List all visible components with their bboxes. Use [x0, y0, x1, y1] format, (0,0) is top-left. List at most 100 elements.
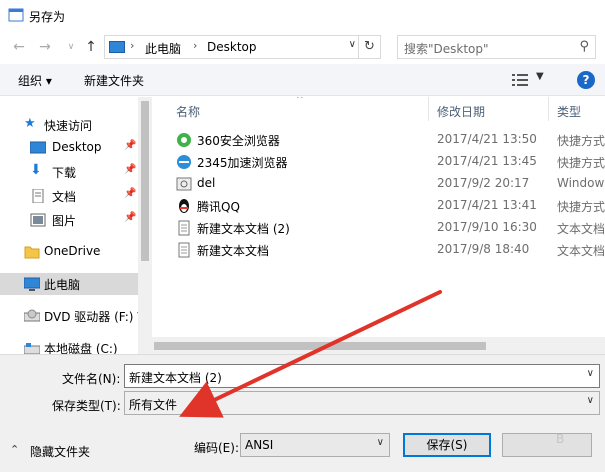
- file-name: 新建文本文档 (2): [197, 222, 290, 236]
- nav-scrollbar[interactable]: [138, 97, 152, 354]
- filetype-value: 所有文件: [129, 398, 178, 412]
- nav-item-pictures[interactable]: 图片 📌: [0, 209, 138, 231]
- nav-item-desktop[interactable]: Desktop 📌: [0, 137, 138, 159]
- search-placeholder: 搜索"Desktop": [404, 42, 489, 56]
- column-divider[interactable]: [548, 97, 549, 121]
- file-name: 新建文本文档: [197, 244, 270, 258]
- file-date: 2017/9/2 20:17: [437, 176, 530, 190]
- notepad-icon: [8, 8, 24, 22]
- file-row[interactable]: 新建文本文档 (2) 2017/9/10 16:30 文本文档: [172, 217, 605, 239]
- save-button[interactable]: 保存(S): [403, 433, 491, 457]
- file-type: Window: [557, 176, 605, 190]
- nav-item-label: 下载: [52, 166, 77, 180]
- file-type: 快捷方式: [557, 156, 605, 170]
- column-header: ^ 名称 修改日期 类型: [152, 97, 605, 121]
- cancel-button[interactable]: [502, 433, 592, 457]
- toolbar: 组织 ▾ 新建文件夹 ▼ ?: [0, 64, 605, 96]
- file-date: 2017/4/21 13:41: [437, 198, 537, 212]
- script-file-icon: [176, 177, 192, 191]
- nav-item-label: OneDrive: [44, 244, 101, 258]
- file-type: 快捷方式: [557, 200, 605, 214]
- nav-item-label: 文档: [52, 190, 77, 204]
- nav-item-local-disk[interactable]: 本地磁盘 (C:): [0, 337, 138, 354]
- breadcrumb-desktop[interactable]: Desktop: [207, 40, 257, 54]
- nav-item-downloads[interactable]: ⬇ 下载 📌: [0, 161, 138, 183]
- file-row[interactable]: 新建文本文档 2017/9/8 18:40 文本文档: [172, 239, 605, 261]
- file-date: 2017/4/21 13:45: [437, 154, 537, 168]
- file-type: 快捷方式: [557, 134, 605, 148]
- nav-item-label: 本地磁盘 (C:): [44, 342, 118, 354]
- breadcrumb-separator-icon[interactable]: ›: [193, 39, 197, 52]
- encoding-select[interactable]: ANSI ∨: [240, 433, 390, 457]
- file-name: 腾讯QQ: [197, 200, 240, 214]
- computer-icon: [109, 41, 125, 53]
- address-dropdown-icon[interactable]: ∨: [349, 39, 356, 50]
- filename-label: 文件名(N):: [62, 372, 121, 386]
- chevron-down-icon[interactable]: ∨: [587, 368, 594, 379]
- up-arrow-icon[interactable]: ↑: [82, 38, 100, 56]
- column-modified[interactable]: 修改日期: [437, 103, 485, 120]
- file-date: 2017/9/10 16:30: [437, 220, 537, 234]
- filename-value: 新建文本文档 (2): [129, 371, 222, 385]
- organize-button[interactable]: 组织 ▾: [18, 72, 52, 89]
- breadcrumb-separator-icon[interactable]: ›: [130, 39, 134, 52]
- nav-item-this-pc[interactable]: 此电脑: [0, 273, 138, 295]
- nav-scrollbar-thumb[interactable]: [141, 101, 149, 261]
- search-input[interactable]: 搜索"Desktop" ⚲: [397, 35, 596, 59]
- filetype-select[interactable]: 所有文件 ∨: [124, 391, 600, 415]
- picture-icon: [30, 213, 46, 227]
- pin-icon[interactable]: 📌: [124, 140, 136, 151]
- nav-item-label: 快速访问: [44, 119, 93, 133]
- column-type[interactable]: 类型: [557, 103, 581, 120]
- encoding-label: 编码(E):: [194, 441, 239, 455]
- nav-item-documents[interactable]: 文档 📌: [0, 185, 138, 207]
- chevron-down-icon[interactable]: ∨: [587, 395, 594, 406]
- folder-icon: [24, 246, 40, 259]
- view-dropdown-icon[interactable]: ▼: [536, 71, 544, 82]
- address-bar[interactable]: › 此电脑 › Desktop ∨ ↻: [104, 35, 381, 59]
- file-type: 文本文档: [557, 222, 605, 236]
- filetype-label: 保存类型(T):: [52, 399, 121, 413]
- file-name: del: [197, 176, 216, 190]
- file-row[interactable]: 腾讯QQ 2017/4/21 13:41 快捷方式: [172, 195, 605, 217]
- search-icon[interactable]: ⚲: [579, 39, 589, 54]
- back-arrow-icon[interactable]: ←: [10, 38, 28, 56]
- file-row[interactable]: 2345加速浏览器 2017/4/21 13:45 快捷方式: [172, 151, 605, 173]
- download-arrow-icon: ⬇: [30, 162, 42, 178]
- filename-input[interactable]: 新建文本文档 (2) ∨: [124, 364, 600, 388]
- refresh-icon[interactable]: ↻: [358, 36, 380, 58]
- help-icon[interactable]: ?: [577, 71, 595, 89]
- new-folder-button[interactable]: 新建文件夹: [84, 72, 144, 89]
- nav-item-label: DVD 驱动器 (F:) V: [44, 310, 146, 324]
- document-icon: [32, 189, 44, 203]
- 360-browser-icon: [177, 133, 191, 147]
- title-bar: 另存为: [0, 0, 605, 30]
- pin-icon[interactable]: 📌: [124, 212, 136, 223]
- recent-locations-chevron-icon[interactable]: ∨: [62, 38, 80, 56]
- qq-penguin-icon: [179, 199, 189, 213]
- horizontal-scrollbar-thumb[interactable]: [154, 342, 486, 350]
- nav-item-label: 图片: [52, 214, 77, 228]
- column-divider[interactable]: [428, 97, 429, 121]
- chevron-up-icon: ⌃: [10, 443, 20, 456]
- file-date: 2017/4/21 13:50: [437, 132, 537, 146]
- star-icon: ★: [24, 116, 36, 131]
- nav-item-quick-access[interactable]: ★ 快速访问: [0, 114, 138, 136]
- pin-icon[interactable]: 📌: [124, 164, 136, 175]
- 2345-browser-icon: [177, 155, 191, 169]
- file-list: ^ 名称 修改日期 类型 360安全浏览器 2017/4/21 13:50 快捷…: [152, 97, 605, 354]
- file-row[interactable]: 360安全浏览器 2017/4/21 13:50 快捷方式: [172, 129, 605, 151]
- nav-item-onedrive[interactable]: OneDrive: [0, 241, 138, 263]
- file-date: 2017/9/8 18:40: [437, 242, 530, 256]
- forward-arrow-icon[interactable]: →: [36, 38, 54, 56]
- file-name: 2345加速浏览器: [197, 156, 288, 170]
- breadcrumb-this-pc[interactable]: 此电脑: [145, 40, 181, 57]
- view-options-icon[interactable]: [512, 74, 528, 86]
- nav-item-dvd-drive[interactable]: DVD 驱动器 (F:) V: [0, 305, 146, 327]
- file-list-horizontal-scrollbar[interactable]: [152, 337, 605, 354]
- column-name[interactable]: 名称: [176, 103, 200, 120]
- file-row[interactable]: del 2017/9/2 20:17 Window: [172, 173, 605, 195]
- chevron-down-icon[interactable]: ∨: [377, 437, 384, 448]
- desktop-icon: [30, 141, 46, 154]
- pin-icon[interactable]: 📌: [124, 188, 136, 199]
